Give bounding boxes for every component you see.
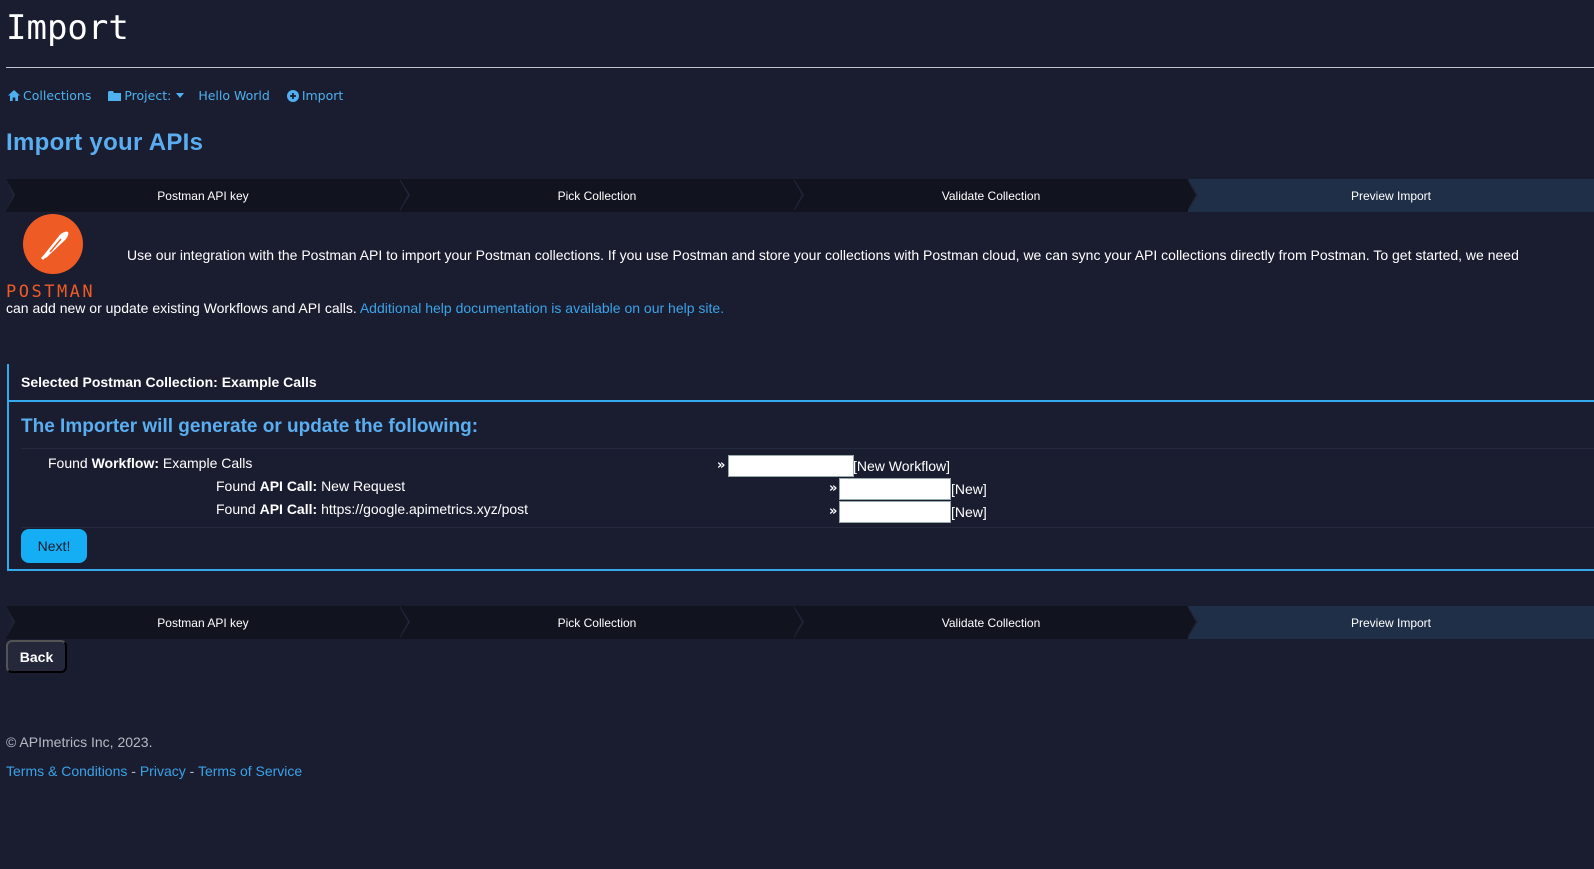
step-label: Pick Collection (557, 615, 637, 630)
new-api-call-tag: [New] (951, 481, 987, 497)
page-header-title: Import (6, 8, 129, 48)
breadcrumb-project-dropdown[interactable]: Project: (108, 88, 185, 103)
arrow-icon: » (829, 481, 838, 496)
page: Import Collections Project: Hello World … (0, 0, 1594, 869)
step-postman-api-key[interactable]: Postman API key (6, 606, 410, 639)
step-label: Postman API key (157, 188, 249, 203)
folder-icon (108, 90, 122, 101)
breadcrumb-collections[interactable]: Collections (8, 88, 91, 103)
footer-links: Terms & Conditions - Privacy - Terms of … (6, 763, 303, 779)
breadcrumb-import[interactable]: Import (286, 88, 344, 103)
step-preview-import[interactable]: Preview Import (1188, 179, 1594, 212)
postman-rocket-icon (41, 231, 69, 260)
privacy-link[interactable]: Privacy (140, 763, 186, 779)
arrow-icon: » (829, 504, 838, 519)
postman-logo-circle (23, 214, 83, 274)
wizard-steps-top: Postman API key Pick Collection Validate… (6, 179, 1594, 212)
api-call-name-input[interactable] (839, 501, 951, 523)
workflow-row: Found Workflow: Example Calls (48, 455, 253, 471)
home-icon (8, 90, 20, 101)
arrow-icon: » (717, 458, 726, 473)
import-results-list: Found Workflow: Example Calls » [New Wor… (21, 448, 1594, 528)
step-label: Preview Import (1350, 188, 1432, 203)
postman-logo: POSTMAN (6, 213, 106, 302)
step-label: Pick Collection (557, 188, 637, 203)
importer-subtitle: The Importer will generate or update the… (21, 416, 479, 437)
next-button[interactable]: Next! (21, 529, 87, 563)
api-call-row: Found API Call: https://google.apimetric… (216, 501, 529, 517)
api-call-name-input[interactable] (839, 478, 951, 500)
step-preview-import[interactable]: Preview Import (1188, 606, 1594, 639)
plus-circle-icon (286, 89, 299, 102)
breadcrumb-project-name[interactable]: Hello World (198, 88, 269, 103)
wizard-steps-bottom: Postman API key Pick Collection Validate… (6, 606, 1594, 639)
breadcrumb-project-label: Project: (124, 88, 172, 103)
step-pick-collection[interactable]: Pick Collection (400, 179, 804, 212)
chevron-down-icon (176, 93, 185, 98)
step-label: Postman API key (157, 615, 249, 630)
breadcrumb-import-label: Import (301, 88, 344, 103)
page-heading: Import your APIs (6, 129, 204, 156)
copyright-text: © APImetrics Inc, 2023. (6, 734, 153, 750)
intro-text-continued: can add new or update existing Workflows… (6, 300, 357, 316)
step-label: Preview Import (1350, 615, 1432, 630)
postman-wordmark: POSTMAN (6, 282, 96, 302)
import-preview-panel: Selected Postman Collection: Example Cal… (7, 364, 1594, 571)
help-docs-link[interactable]: Additional help documentation is availab… (360, 300, 724, 316)
step-validate-collection[interactable]: Validate Collection (794, 179, 1198, 212)
intro-text-line2: can add new or update existing Workflows… (6, 300, 724, 316)
new-workflow-tag: [New Workflow] (853, 458, 950, 474)
step-label: Validate Collection (941, 615, 1041, 630)
back-button[interactable]: Back (6, 640, 67, 673)
breadcrumb: Collections Project: Hello World Import (8, 88, 360, 103)
selected-collection-header: Selected Postman Collection: Example Cal… (9, 364, 1594, 402)
new-api-call-tag: [New] (951, 504, 987, 520)
workflow-name-input[interactable] (728, 455, 854, 477)
header-divider (6, 67, 1594, 68)
step-pick-collection[interactable]: Pick Collection (400, 606, 804, 639)
breadcrumb-collections-label: Collections (23, 88, 92, 103)
terms-of-service-link[interactable]: Terms of Service (198, 763, 302, 779)
api-call-row: Found API Call: New Request (216, 478, 406, 494)
step-label: Validate Collection (941, 188, 1041, 203)
intro-text-line1: Use our integration with the Postman API… (127, 247, 1519, 263)
terms-conditions-link[interactable]: Terms & Conditions (6, 763, 127, 779)
step-validate-collection[interactable]: Validate Collection (794, 606, 1198, 639)
step-postman-api-key[interactable]: Postman API key (6, 179, 410, 212)
